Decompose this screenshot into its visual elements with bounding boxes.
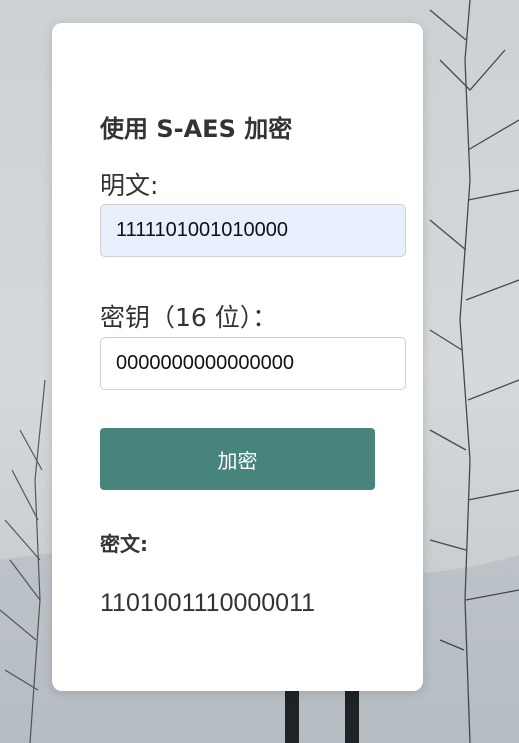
plaintext-label: 明文: <box>100 171 159 200</box>
ciphertext-value: 1101001110000011 <box>100 589 316 617</box>
encrypt-button[interactable]: 加密 <box>100 428 375 490</box>
plaintext-input[interactable] <box>100 204 406 257</box>
key-label: 密钥（16 位）： <box>100 303 278 332</box>
key-input[interactable] <box>100 337 406 390</box>
ciphertext-label: 密文: <box>100 532 148 556</box>
form-title: 使用 S-AES 加密 <box>100 115 293 143</box>
encryption-card: 使用 S-AES 加密 明文: 密钥（16 位）： 加密 密文: 1101001… <box>52 23 423 691</box>
